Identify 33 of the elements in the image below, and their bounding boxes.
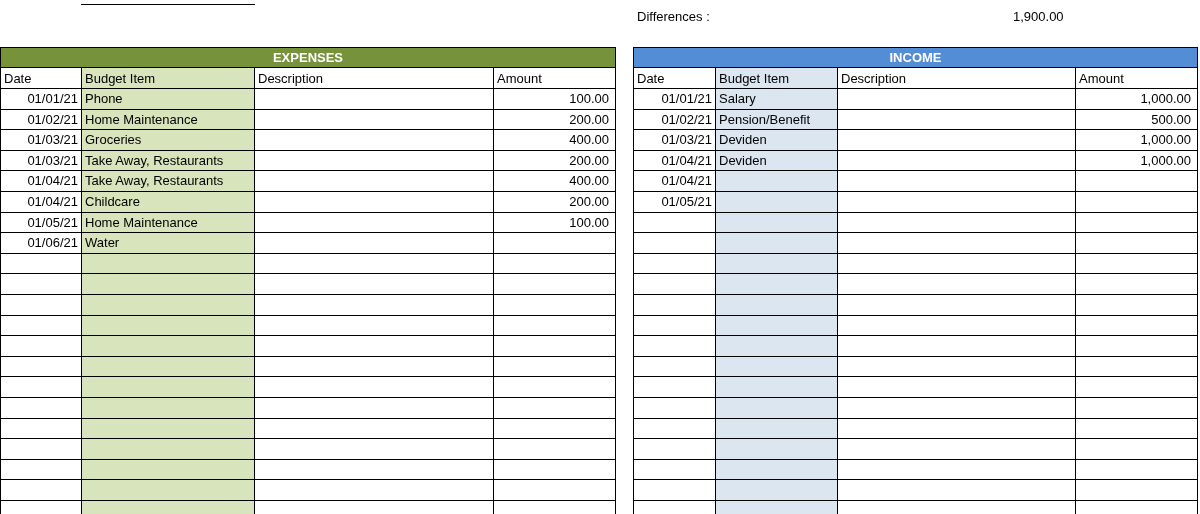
table-title: INCOME — [634, 47, 1198, 68]
column-header: Amount — [494, 68, 616, 88]
table-cell: Deviden — [716, 130, 838, 150]
column-header: Amount — [1076, 68, 1198, 88]
table-cell: Home Maintenance — [82, 109, 255, 130]
column-header: Budget Item — [82, 68, 255, 88]
summary-label: Differences : — [637, 8, 711, 27]
table-cell: Water — [82, 233, 255, 253]
table-cell: 1,000.00 — [1076, 150, 1198, 171]
table-cell: Home Maintenance — [82, 212, 255, 233]
column-header: Budget Item — [716, 68, 838, 88]
column-header: Description — [255, 68, 494, 88]
summary-value: 1,900.00 — [1013, 8, 1064, 27]
table-cell: 500.00 — [1076, 109, 1198, 130]
column-header: Description — [838, 68, 1076, 88]
table-cell: Take Away, Restaurants — [82, 150, 255, 171]
table-cell: 400.00 — [494, 171, 616, 191]
table-cell: 100.00 — [494, 212, 616, 233]
table-cell: Groceries — [82, 130, 255, 150]
table-cell: 200.00 — [494, 191, 616, 212]
table-cell: 100.00 — [494, 89, 616, 109]
table-cell: Deviden — [716, 150, 838, 171]
table-cell: Salary — [716, 89, 838, 109]
table-cell: Pension/Benefit — [716, 109, 838, 130]
table-cell: 400.00 — [494, 130, 616, 150]
table-cell: 1,000.00 — [1076, 130, 1198, 150]
table-title: EXPENSES — [1, 47, 616, 68]
table-cell: 200.00 — [494, 150, 616, 171]
table-cell: Childcare — [82, 191, 255, 212]
table-cell: 200.00 — [494, 109, 616, 130]
table-cell: Take Away, Restaurants — [82, 171, 255, 191]
table-cell: Phone — [82, 89, 255, 109]
table-cell: 1,000.00 — [1076, 89, 1198, 109]
